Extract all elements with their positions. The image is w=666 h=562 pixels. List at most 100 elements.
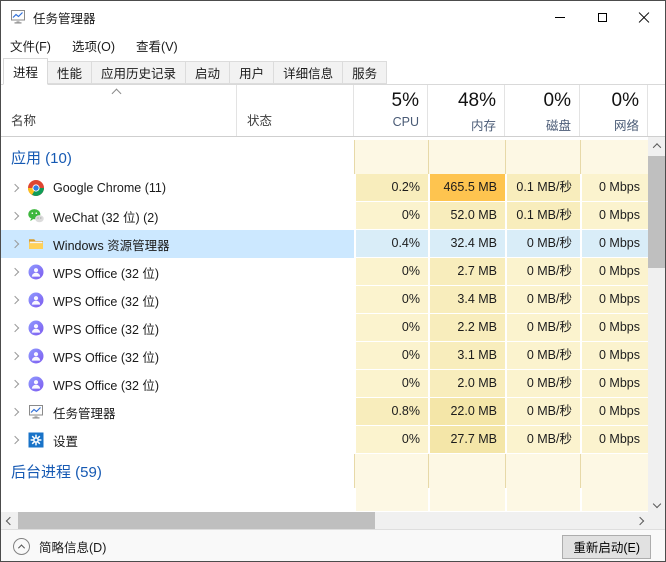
- network-cell: 0 Mbps: [580, 230, 648, 258]
- menu-file[interactable]: 文件(F): [10, 36, 51, 55]
- process-name: WPS Office (32 位): [53, 291, 159, 310]
- expand-chevron-icon[interactable]: [11, 240, 19, 248]
- network-cell: [580, 488, 648, 512]
- table-row-wps-1[interactable]: WPS Office (32 位) 0% 2.7 MB 0 MB/秒 0 Mbp…: [1, 258, 665, 286]
- memory-cell: 3.1 MB: [428, 342, 505, 370]
- menu-options[interactable]: 选项(O): [72, 36, 115, 55]
- wps-icon: [28, 264, 44, 280]
- process-name: WPS Office (32 位): [53, 263, 159, 282]
- tab-app-history[interactable]: 应用历史记录: [91, 61, 186, 84]
- status-cell: [237, 488, 354, 512]
- table-row-partial: [1, 488, 665, 512]
- group-row-background-processes[interactable]: 后台进程 (59): [1, 454, 665, 488]
- table-row-settings[interactable]: 设置 0% 27.7 MB 0 MB/秒 0 Mbps: [1, 426, 665, 454]
- status-cell: [237, 314, 354, 342]
- tab-performance[interactable]: 性能: [47, 61, 92, 84]
- column-header-status[interactable]: 状态: [237, 85, 354, 136]
- expand-chevron-icon[interactable]: [11, 184, 19, 192]
- column-header-network[interactable]: 0% 网络: [580, 85, 648, 136]
- name-cell: WPS Office (32 位): [1, 286, 237, 314]
- minimize-button[interactable]: [539, 1, 581, 33]
- status-cell: [237, 202, 354, 230]
- column-header-cpu[interactable]: 5% CPU: [354, 85, 428, 136]
- tab-startup[interactable]: 启动: [185, 61, 230, 84]
- expand-chevron-icon[interactable]: [11, 296, 19, 304]
- disk-cell: 0 MB/秒: [505, 370, 580, 398]
- table-row-wps-4[interactable]: WPS Office (32 位) 0% 3.1 MB 0 MB/秒 0 Mbp…: [1, 342, 665, 370]
- menu-view[interactable]: 查看(V): [136, 36, 178, 55]
- process-name: WeChat (32 位) (2): [53, 207, 158, 226]
- explorer-folder-icon: [28, 236, 44, 252]
- network-cell: 0 Mbps: [580, 342, 648, 370]
- close-icon: [638, 11, 650, 23]
- scroll-left-button[interactable]: [1, 512, 18, 529]
- column-header-name[interactable]: 名称: [1, 85, 237, 136]
- column-header-memory[interactable]: 48% 内存: [428, 85, 505, 136]
- process-name: Google Chrome (11): [53, 181, 166, 195]
- chevron-left-icon: [5, 516, 13, 524]
- tab-users[interactable]: 用户: [229, 61, 274, 84]
- scroll-down-button[interactable]: [648, 495, 665, 512]
- header-filler: [648, 85, 665, 136]
- memory-cell: [428, 140, 505, 174]
- maximize-icon: [598, 13, 607, 22]
- restart-button[interactable]: 重新启动(E): [562, 535, 651, 559]
- table-row-wps-2[interactable]: WPS Office (32 位) 0% 3.4 MB 0 MB/秒 0 Mbp…: [1, 286, 665, 314]
- group-row-apps[interactable]: 应用 (10): [1, 140, 665, 174]
- name-cell: Google Chrome (11): [1, 174, 237, 202]
- disk-cell: 0 MB/秒: [505, 286, 580, 314]
- table-row-chrome[interactable]: Google Chrome (11) 0.2% 465.5 MB 0.1 MB/…: [1, 174, 665, 202]
- settings-gear-icon: [28, 432, 44, 448]
- maximize-button[interactable]: [581, 1, 623, 33]
- vertical-scrollbar[interactable]: [648, 137, 665, 512]
- status-cell: [237, 342, 354, 370]
- close-button[interactable]: [623, 1, 665, 33]
- table-row-wps-5[interactable]: WPS Office (32 位) 0% 2.0 MB 0 MB/秒 0 Mbp…: [1, 370, 665, 398]
- collapse-circle-icon: [13, 538, 30, 555]
- expand-chevron-icon[interactable]: [11, 268, 19, 276]
- expand-chevron-icon[interactable]: [11, 212, 19, 220]
- cpu-cell: 0.8%: [354, 398, 428, 426]
- network-total-percent: 0%: [612, 89, 639, 113]
- network-cell: 0 Mbps: [580, 426, 648, 454]
- vertical-scrollbar-thumb[interactable]: [648, 156, 665, 268]
- wps-icon: [28, 376, 44, 392]
- horizontal-scrollbar[interactable]: [1, 512, 665, 529]
- tab-services[interactable]: 服务: [342, 61, 387, 84]
- disk-total-percent: 0%: [544, 89, 571, 113]
- disk-cell: 0 MB/秒: [505, 230, 580, 258]
- table-row-taskmgr[interactable]: 任务管理器 0.8% 22.0 MB 0 MB/秒 0 Mbps: [1, 398, 665, 426]
- tab-strip: 进程 性能 应用历史记录 启动 用户 详细信息 服务: [1, 57, 665, 85]
- cpu-cell: 0%: [354, 258, 428, 286]
- table-row-explorer-selected[interactable]: Windows 资源管理器 0.4% 32.4 MB 0 MB/秒 0 Mbps: [1, 230, 665, 258]
- column-header-disk[interactable]: 0% 磁盘: [505, 85, 580, 136]
- scroll-up-button[interactable]: [648, 137, 665, 154]
- network-cell: 0 Mbps: [580, 370, 648, 398]
- process-list: 应用 (10) Google Chrome (11): [1, 137, 665, 512]
- table-row-wps-3[interactable]: WPS Office (32 位) 0% 2.2 MB 0 MB/秒 0 Mbp…: [1, 314, 665, 342]
- cpu-cell: 0%: [354, 286, 428, 314]
- expand-chevron-icon[interactable]: [11, 408, 19, 416]
- disk-cell: 0.1 MB/秒: [505, 174, 580, 202]
- cpu-cell: [354, 488, 428, 512]
- disk-cell: 0.1 MB/秒: [505, 202, 580, 230]
- tab-processes[interactable]: 进程: [3, 58, 48, 85]
- status-cell: [237, 258, 354, 286]
- scroll-right-button[interactable]: [631, 512, 648, 529]
- tab-details[interactable]: 详细信息: [273, 61, 343, 84]
- table-row-wechat[interactable]: WeChat (32 位) (2) 0% 52.0 MB 0.1 MB/秒 0 …: [1, 202, 665, 230]
- title-bar: 任务管理器: [1, 1, 665, 33]
- process-name: 设置: [53, 431, 78, 450]
- expand-chevron-icon[interactable]: [11, 380, 19, 388]
- chevron-right-icon: [635, 516, 643, 524]
- expand-chevron-icon[interactable]: [11, 352, 19, 360]
- fewer-details-toggle[interactable]: 简略信息(D): [13, 537, 106, 556]
- memory-cell: 2.2 MB: [428, 314, 505, 342]
- horizontal-scrollbar-thumb[interactable]: [18, 512, 375, 529]
- wps-icon: [28, 320, 44, 336]
- wps-icon: [28, 348, 44, 364]
- cpu-cell: [354, 140, 428, 174]
- expand-chevron-icon[interactable]: [11, 436, 19, 444]
- expand-chevron-icon[interactable]: [11, 324, 19, 332]
- memory-cell: [428, 488, 505, 512]
